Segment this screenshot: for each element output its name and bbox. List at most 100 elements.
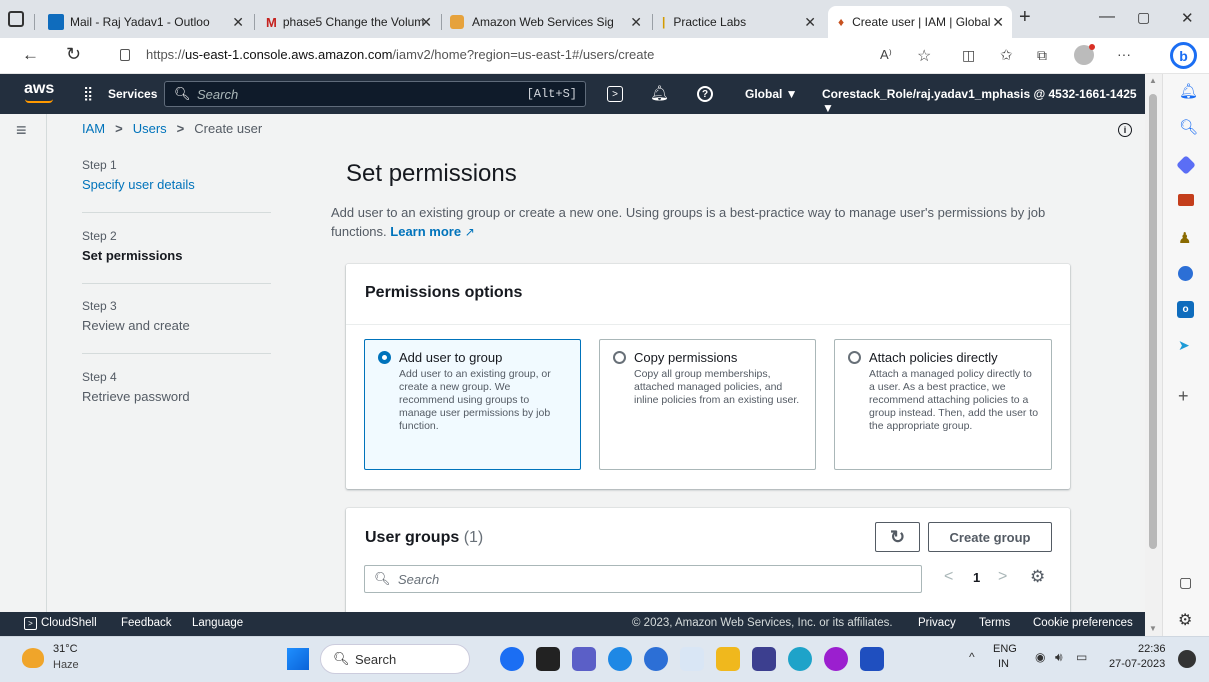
footer-cloudshell[interactable]: CloudShell — [41, 617, 97, 629]
office-icon[interactable] — [1178, 266, 1193, 281]
scrollbar-thumb[interactable] — [1149, 94, 1157, 549]
bell-icon[interactable]: 🔔︎ — [1179, 82, 1198, 100]
weather-temp[interactable]: 31°C — [53, 643, 78, 655]
weather-desc[interactable]: Haze — [53, 659, 79, 671]
wifi-icon[interactable]: ◉ — [1035, 650, 1045, 664]
remote-desktop-icon[interactable] — [752, 647, 776, 671]
footer-privacy[interactable]: Privacy — [918, 617, 956, 629]
services-menu[interactable]: Services — [108, 87, 157, 101]
search-icon: 🔍︎ — [174, 86, 191, 101]
settings-icon[interactable]: ⚙ — [1178, 610, 1192, 630]
radio-icon[interactable] — [613, 351, 626, 364]
close-icon[interactable]: ✕ — [420, 14, 432, 31]
minimize-icon[interactable]: — — [1099, 8, 1115, 26]
clock-date[interactable]: 27-07-2023 — [1109, 658, 1165, 670]
close-window-icon[interactable]: ✕ — [1181, 9, 1194, 27]
favorites-bar-icon[interactable]: ✩ — [1000, 46, 1013, 64]
region-selector[interactable]: Global ▼ — [745, 87, 798, 101]
chat-icon[interactable] — [608, 647, 632, 671]
snipping-icon[interactable] — [680, 647, 704, 671]
bell-icon[interactable]: 🔔︎ — [650, 84, 669, 102]
page-number[interactable]: 1 — [973, 570, 980, 585]
taskbar-search[interactable]: 🔍︎ Search — [320, 644, 470, 674]
teams-icon[interactable] — [572, 647, 596, 671]
file-explorer-icon[interactable] — [716, 647, 740, 671]
close-icon[interactable]: ✕ — [630, 14, 642, 31]
app-icon[interactable] — [824, 647, 848, 671]
tab-create-user[interactable]: ♦ Create user | IAM | Global ✕ — [828, 6, 1012, 38]
bing-icon[interactable] — [500, 647, 524, 671]
footer-terms[interactable]: Terms — [979, 617, 1010, 629]
back-icon[interactable]: ← — [22, 45, 39, 65]
scroll-down-icon[interactable]: ▼ — [1149, 624, 1157, 633]
radio-selected-icon[interactable] — [378, 351, 391, 364]
refresh-button[interactable]: ↻ — [875, 522, 920, 552]
tab-mail[interactable]: Mail - Raj Yadav1 - Outloo ✕ — [40, 6, 252, 38]
clock-time[interactable]: 22:36 — [1138, 643, 1166, 655]
add-icon[interactable]: + — [1178, 386, 1189, 407]
windows-start-icon[interactable] — [287, 648, 309, 670]
tag-icon[interactable] — [1176, 155, 1196, 175]
volume-icon[interactable]: 🔊︎ — [1055, 650, 1063, 665]
info-icon[interactable]: i — [1118, 123, 1132, 137]
close-icon[interactable]: ✕ — [804, 14, 816, 31]
search-icon[interactable]: 🔍︎ — [1179, 118, 1198, 136]
footer-feedback[interactable]: Feedback — [121, 617, 172, 629]
briefcase-icon[interactable] — [1178, 194, 1194, 206]
chevron-right-icon[interactable]: > — [998, 568, 1007, 586]
battery-icon[interactable]: ▭ — [1076, 650, 1087, 664]
sidebar-panel-icon[interactable]: ▢ — [1179, 574, 1192, 591]
games-icon[interactable]: ♟ — [1178, 229, 1191, 247]
favorite-icon[interactable]: ☆ — [917, 46, 931, 66]
learn-more-link[interactable]: Learn more — [390, 224, 461, 239]
step-1-link[interactable]: Specify user details — [82, 177, 272, 192]
close-icon[interactable]: ✕ — [232, 14, 244, 31]
weather-icon[interactable] — [22, 648, 44, 668]
create-group-button[interactable]: Create group — [928, 522, 1052, 552]
task-view-icon[interactable] — [536, 647, 560, 671]
send-icon[interactable]: ➤ — [1178, 337, 1190, 354]
groups-search-input[interactable]: 🔍︎ Search — [364, 565, 922, 593]
scroll-up-icon[interactable]: ▲ — [1149, 76, 1157, 85]
word-icon[interactable] — [860, 647, 884, 671]
breadcrumb-users[interactable]: Users — [133, 121, 167, 136]
close-icon[interactable]: ✕ — [992, 14, 1004, 31]
option-copy-permissions[interactable]: Copy permissions Copy all group membersh… — [599, 339, 816, 470]
language-region[interactable]: IN — [998, 658, 1009, 670]
more-icon[interactable]: ··· — [1117, 46, 1131, 62]
read-aloud-icon[interactable]: A⁾ — [880, 47, 892, 63]
refresh-icon[interactable]: ↻ — [66, 44, 81, 65]
breadcrumb-iam[interactable]: IAM — [82, 121, 105, 136]
footer-language[interactable]: Language — [192, 617, 243, 629]
help-icon[interactable]: ? — [697, 86, 713, 102]
collections-icon[interactable]: ⧉ — [1037, 47, 1047, 64]
cloudshell-icon[interactable]: > — [607, 86, 623, 102]
chevron-up-icon[interactable]: ^ — [969, 650, 975, 664]
tab-practice-labs[interactable]: | Practice Labs ✕ — [656, 6, 824, 38]
outlook-icon[interactable]: o — [1177, 301, 1194, 318]
office-icon[interactable] — [644, 647, 668, 671]
edge-icon[interactable] — [788, 647, 812, 671]
bing-copilot-icon[interactable]: b — [1170, 42, 1197, 69]
language-indicator[interactable]: ENG — [993, 643, 1017, 655]
url-field[interactable]: https://us-east-1.console.aws.amazon.com… — [146, 47, 654, 62]
split-screen-icon[interactable]: ◫ — [962, 47, 975, 64]
new-tab-icon[interactable]: + — [1019, 6, 1031, 29]
tab-phase5[interactable]: M phase5 Change the Volum ✕ — [258, 6, 440, 38]
option-attach-policies[interactable]: Attach policies directly Attach a manage… — [834, 339, 1052, 470]
account-menu[interactable]: Corestack_Role/raj.yadav1_mphasis @ 4532… — [822, 87, 1145, 115]
footer-cookie-preferences[interactable]: Cookie preferences — [1033, 617, 1133, 629]
tab-aws-signin[interactable]: Amazon Web Services Sig ✕ — [444, 6, 650, 38]
tab-actions-icon[interactable] — [8, 11, 24, 27]
restore-icon[interactable]: ▢ — [1137, 9, 1150, 26]
page-scrollbar[interactable]: ▲ ▼ — [1145, 74, 1162, 636]
notification-center-icon[interactable] — [1178, 650, 1196, 668]
side-nav-divider — [46, 114, 47, 612]
option-add-user-to-group[interactable]: Add user to group Add user to an existin… — [364, 339, 581, 470]
radio-icon[interactable] — [848, 351, 861, 364]
hamburger-menu-icon[interactable]: ≡ — [16, 120, 27, 141]
aws-logo[interactable]: aws — [24, 80, 54, 98]
aws-search-input[interactable]: 🔍︎ Search [Alt+S] — [164, 81, 586, 107]
settings-gear-icon[interactable]: ⚙ — [1030, 567, 1045, 587]
chevron-left-icon[interactable]: < — [944, 568, 953, 586]
